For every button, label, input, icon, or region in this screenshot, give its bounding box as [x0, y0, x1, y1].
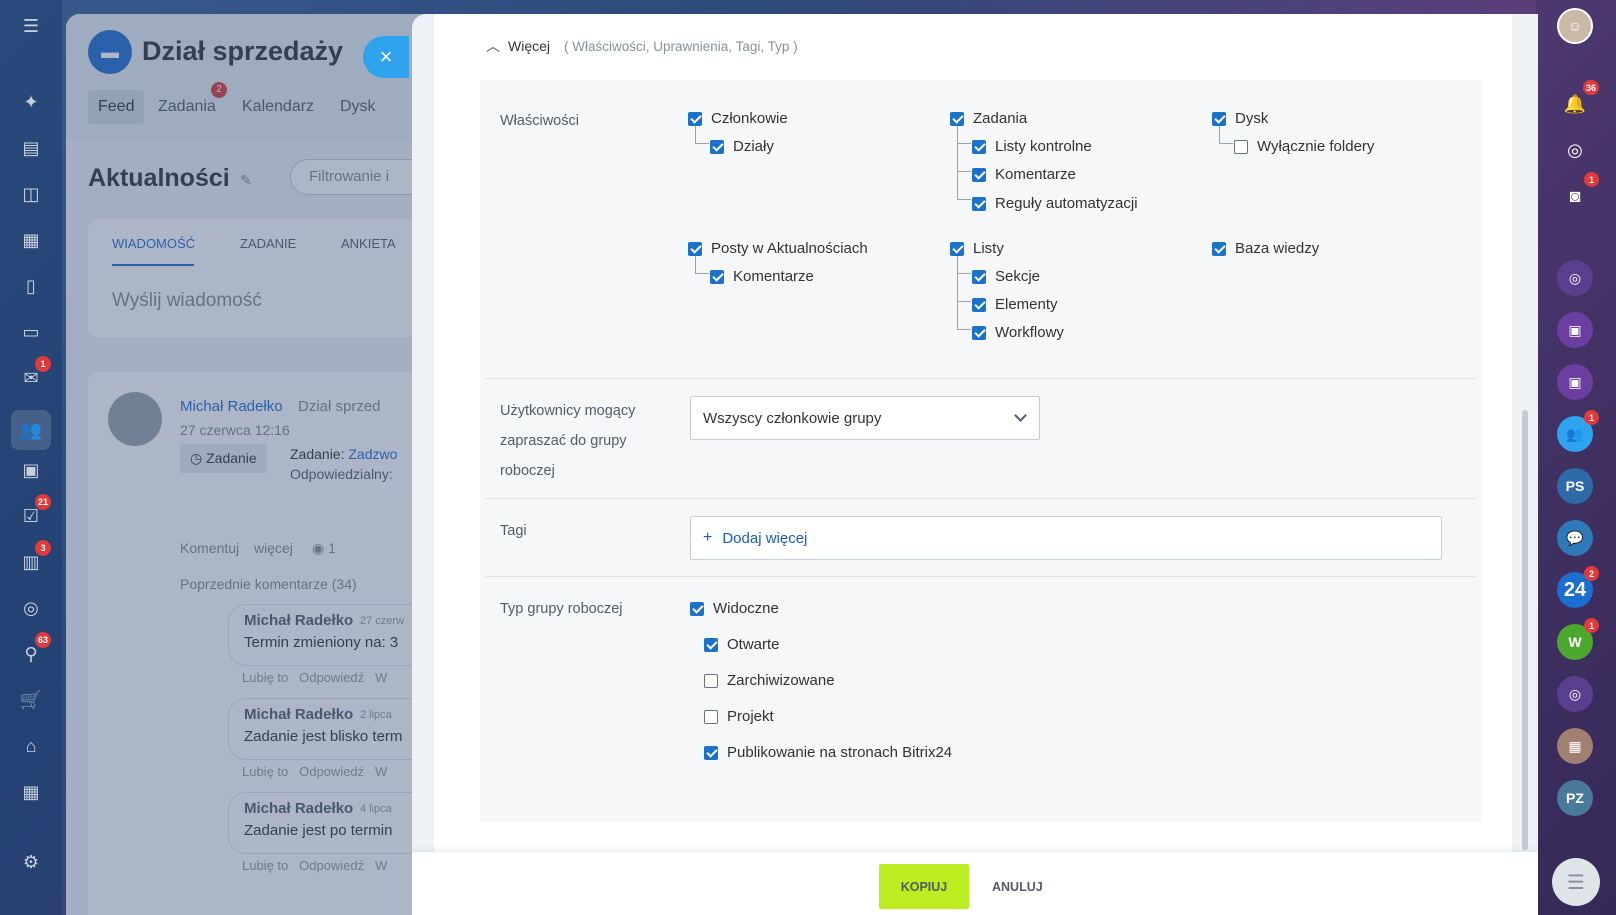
- feed-icon[interactable]: ▤: [17, 134, 45, 162]
- mail-icon[interactable]: ✉ 1: [17, 356, 51, 392]
- user-avatar[interactable]: ☺: [1557, 8, 1593, 44]
- news-icon[interactable]: ▥ 3: [17, 540, 51, 576]
- overlay-dim[interactable]: [66, 14, 426, 915]
- left-app-bar: ☰ ✦ ▤ ◫ ▦ ▯ ▭ ✉ 1 👥 ▣ ☑ 21 ▥ 3 ◎ ⚲ 63 🛒 ⌂ ▦ …: [0, 0, 62, 915]
- checkbox-checklists[interactable]: Listy kontrolne: [972, 138, 1092, 155]
- bitrix24-icon[interactable]: 24 2: [1557, 566, 1599, 608]
- avatar-ps[interactable]: PS: [1557, 468, 1593, 504]
- more-toggle[interactable]: ︿ Więcej ( Właściwości, Uprawnienia, Tag…: [486, 36, 798, 56]
- checkbox-knowledge-base[interactable]: Baza wiedzy: [1212, 240, 1319, 257]
- checkbox-feed-comments[interactable]: Komentarze: [710, 268, 814, 285]
- list-menu-icon[interactable]: ☰: [1552, 858, 1600, 906]
- calendar-icon[interactable]: ▦: [17, 226, 45, 254]
- type-label: Typ grupy roboczej: [500, 601, 623, 617]
- checkbox-sections[interactable]: Sekcje: [972, 268, 1040, 285]
- tags-label: Tagi: [500, 523, 527, 539]
- scrollbar[interactable]: [1522, 410, 1528, 850]
- checkbox-publish-bitrix24[interactable]: Publikowanie na stronach Bitrix24: [704, 744, 952, 761]
- checkbox-task-comments[interactable]: Komentarze: [972, 166, 1076, 183]
- checkbox-members[interactable]: Członkowie: [688, 110, 788, 127]
- checkbox-tasks[interactable]: Zadania: [950, 110, 1027, 127]
- chat-avatar-4[interactable]: ◎: [1557, 676, 1593, 712]
- chat-bubble-icon[interactable]: 💬: [1557, 520, 1593, 556]
- groups-icon[interactable]: 👥: [11, 410, 51, 450]
- invite-select[interactable]: Wszyscy członkowie grupy: [690, 396, 1040, 440]
- notification-bell-icon[interactable]: 🔔 36: [1557, 80, 1599, 122]
- target-icon[interactable]: ◎: [17, 594, 45, 622]
- checkbox-visible[interactable]: Widoczne: [690, 600, 779, 617]
- open-lines-icon[interactable]: ◙ 1: [1557, 172, 1599, 214]
- avatar-pz[interactable]: PZ: [1557, 780, 1593, 816]
- warehouse-icon[interactable]: ⌂: [17, 732, 45, 760]
- chat-avatar-3[interactable]: ▣: [1557, 364, 1593, 400]
- document-icon[interactable]: ▯: [17, 272, 45, 300]
- right-bar: ☺ 🔔 36 ◎ ◙ 1 ◎ ▣ ▣ 👥 1 PS 💬 24 2 W1 ◎ ▦ PZ ☰: [1536, 0, 1616, 915]
- settings-gear-icon[interactable]: ⚙: [17, 848, 45, 876]
- group-copy-slider: ︿ Więcej ( Właściwości, Uprawnienia, Tag…: [412, 14, 1538, 915]
- chat-avatar-2[interactable]: ▣: [1557, 312, 1593, 348]
- checkbox-feed-posts[interactable]: Posty w Aktualnościach: [688, 240, 868, 257]
- chevron-up-icon: ︿: [486, 38, 500, 54]
- schedule-icon[interactable]: ▦: [17, 778, 45, 806]
- checkbox-open[interactable]: Otwarte: [704, 636, 780, 653]
- copy-button[interactable]: KOPIUJ: [879, 864, 969, 909]
- tags-input[interactable]: + Dodaj więcej: [690, 516, 1442, 560]
- settings-card: ︿ Więcej ( Właściwości, Uprawnienia, Tag…: [434, 14, 1512, 852]
- cart-icon[interactable]: 🛒: [17, 686, 45, 714]
- checkbox-archived[interactable]: Zarchiwizowane: [704, 672, 835, 689]
- chat-avatar-5[interactable]: ▦: [1557, 728, 1593, 764]
- close-slider-button[interactable]: ×: [363, 36, 409, 78]
- checkbox-lists[interactable]: Listy: [950, 240, 1004, 257]
- funnel-icon[interactable]: ⚲ 63: [17, 632, 51, 668]
- board-icon[interactable]: ▣: [17, 456, 45, 484]
- users-group-icon[interactable]: 👥 1: [1557, 410, 1599, 452]
- chevron-down-icon: [1014, 409, 1027, 422]
- settings-box: Właściwości Członkowie Działy Posty w Ak…: [480, 80, 1482, 822]
- checkbox-departments[interactable]: Działy: [710, 138, 774, 155]
- checkbox-folders-only[interactable]: Wyłącznie foldery: [1234, 138, 1374, 155]
- footer-actions: KOPIUJ ANULUJ: [412, 852, 1538, 915]
- checkbox-project[interactable]: Projekt: [704, 708, 774, 725]
- checkbox-workflows[interactable]: Workflowy: [972, 324, 1064, 341]
- invite-label: Użytkownicy mogący zapraszać do grupy ro…: [500, 403, 636, 479]
- rocket-icon[interactable]: ✦: [17, 88, 45, 116]
- copilot-icon[interactable]: ◎: [1557, 132, 1593, 168]
- plus-icon: +: [703, 529, 713, 546]
- chat-icon[interactable]: ◫: [17, 180, 45, 208]
- properties-label: Właściwości: [500, 113, 579, 129]
- more-label: Więcej: [508, 38, 551, 54]
- avatar-w[interactable]: W1: [1557, 618, 1599, 660]
- more-hint: ( Właściwości, Uprawnienia, Tagi, Typ ): [564, 38, 798, 54]
- checkbox-automation-rules[interactable]: Reguły automatyzacji: [972, 195, 1138, 212]
- cancel-button[interactable]: ANULUJ: [982, 864, 1053, 909]
- checkbox-elements[interactable]: Elementy: [972, 296, 1058, 313]
- chat-avatar-1[interactable]: ◎: [1557, 260, 1593, 296]
- menu-icon[interactable]: ☰: [17, 12, 45, 40]
- checkbox-disk[interactable]: Dysk: [1212, 110, 1268, 127]
- tasks-icon[interactable]: ☑ 21: [17, 494, 51, 530]
- drive-icon[interactable]: ▭: [17, 318, 45, 346]
